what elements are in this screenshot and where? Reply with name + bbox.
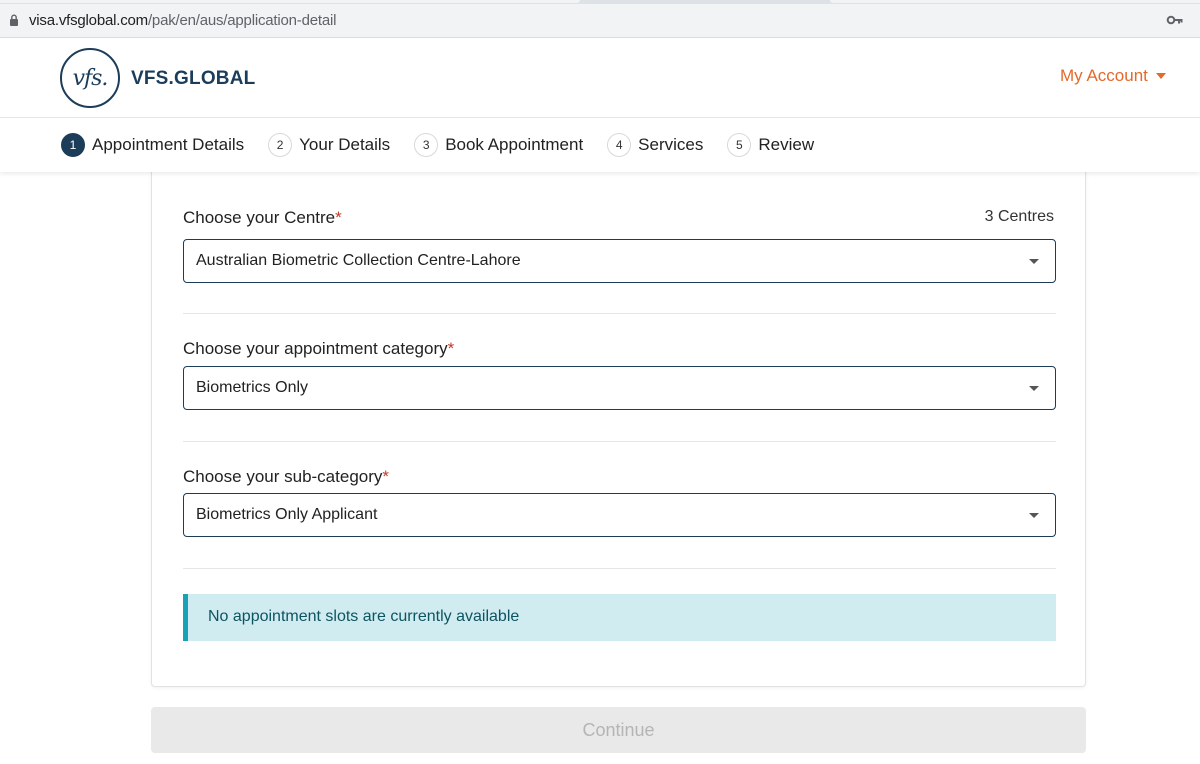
tab-strip [0, 0, 1200, 4]
caret-down-icon [1029, 513, 1039, 518]
url-path: /pak/en/aus/application-detail [147, 12, 337, 29]
step-number: 1 [61, 133, 85, 157]
caret-down-icon [1029, 259, 1039, 264]
my-account-label: My Account [1060, 66, 1148, 85]
step-appointment-details[interactable]: 1 Appointment Details [61, 133, 244, 157]
logo-mark: vfs. [72, 65, 109, 91]
category-label-text: Choose your appointment category [183, 339, 448, 358]
continue-button[interactable]: Continue [151, 707, 1086, 753]
address-bar[interactable]: visa.vfsglobal.com/pak/en/aus/applicatio… [0, 6, 1200, 34]
step-services[interactable]: 4 Services [607, 133, 703, 157]
browser-toolbar: visa.vfsglobal.com/pak/en/aus/applicatio… [0, 0, 1200, 38]
category-select[interactable]: Biometrics Only [183, 366, 1056, 410]
step-review[interactable]: 5 Review [727, 133, 814, 157]
caret-down-icon [1029, 386, 1039, 391]
brand-name: VFS.GLOBAL [131, 68, 256, 89]
progress-stepper: 1 Appointment Details 2 Your Details 3 B… [0, 118, 1200, 172]
centres-count: 3 Centres [984, 208, 1054, 225]
centre-label: Choose your Centre* [183, 208, 342, 228]
centre-label-text: Choose your Centre [183, 208, 336, 227]
step-number: 5 [727, 133, 752, 157]
step-book-appointment[interactable]: 3 Book Appointment [414, 133, 583, 157]
step-label: Your Details [299, 135, 391, 154]
key-icon[interactable] [1166, 14, 1184, 26]
subcategory-select-value: Biometrics Only Applicant [196, 506, 378, 523]
required-mark: * [447, 339, 455, 358]
site-header: vfs. VFS.GLOBAL My Account [0, 38, 1200, 118]
required-mark: * [382, 467, 390, 486]
category-select-value: Biometrics Only [196, 379, 309, 396]
url-host: visa.vfsglobal.com [29, 12, 148, 29]
step-label: Appointment Details [92, 135, 245, 154]
tab-edge [830, 0, 1200, 3]
centre-select-value: Australian Biometric Collection Centre-L… [196, 252, 521, 269]
step-label: Services [638, 135, 704, 154]
step-number: 3 [414, 133, 439, 157]
step-label: Book Appointment [445, 135, 584, 154]
subcategory-label-text: Choose your sub-category [183, 467, 383, 486]
url-text[interactable]: visa.vfsglobal.com/pak/en/aus/applicatio… [29, 12, 336, 29]
step-label: Review [758, 135, 815, 154]
divider [183, 441, 1056, 442]
no-slots-alert: No appointment slots are currently avail… [183, 594, 1056, 641]
subcategory-label: Choose your sub-category* [183, 467, 389, 487]
caret-down-icon [1155, 73, 1166, 79]
step-your-details[interactable]: 2 Your Details [268, 133, 390, 157]
subcategory-select[interactable]: Biometrics Only Applicant [183, 493, 1056, 537]
lock-icon[interactable] [9, 14, 19, 26]
appointment-form-card: Choose your Centre* 3 Centres Australian… [151, 150, 1086, 687]
step-number: 2 [268, 133, 293, 157]
divider [183, 568, 1056, 569]
required-mark: * [335, 208, 342, 227]
my-account-menu[interactable]: My Account [1060, 66, 1166, 86]
step-number: 4 [607, 133, 632, 157]
vfs-logo[interactable]: vfs. [60, 48, 120, 108]
alert-message: No appointment slots are currently avail… [208, 608, 520, 625]
tab-edge [0, 0, 580, 3]
centre-select[interactable]: Australian Biometric Collection Centre-L… [183, 239, 1056, 283]
category-label: Choose your appointment category* [183, 339, 454, 359]
divider [183, 313, 1056, 314]
